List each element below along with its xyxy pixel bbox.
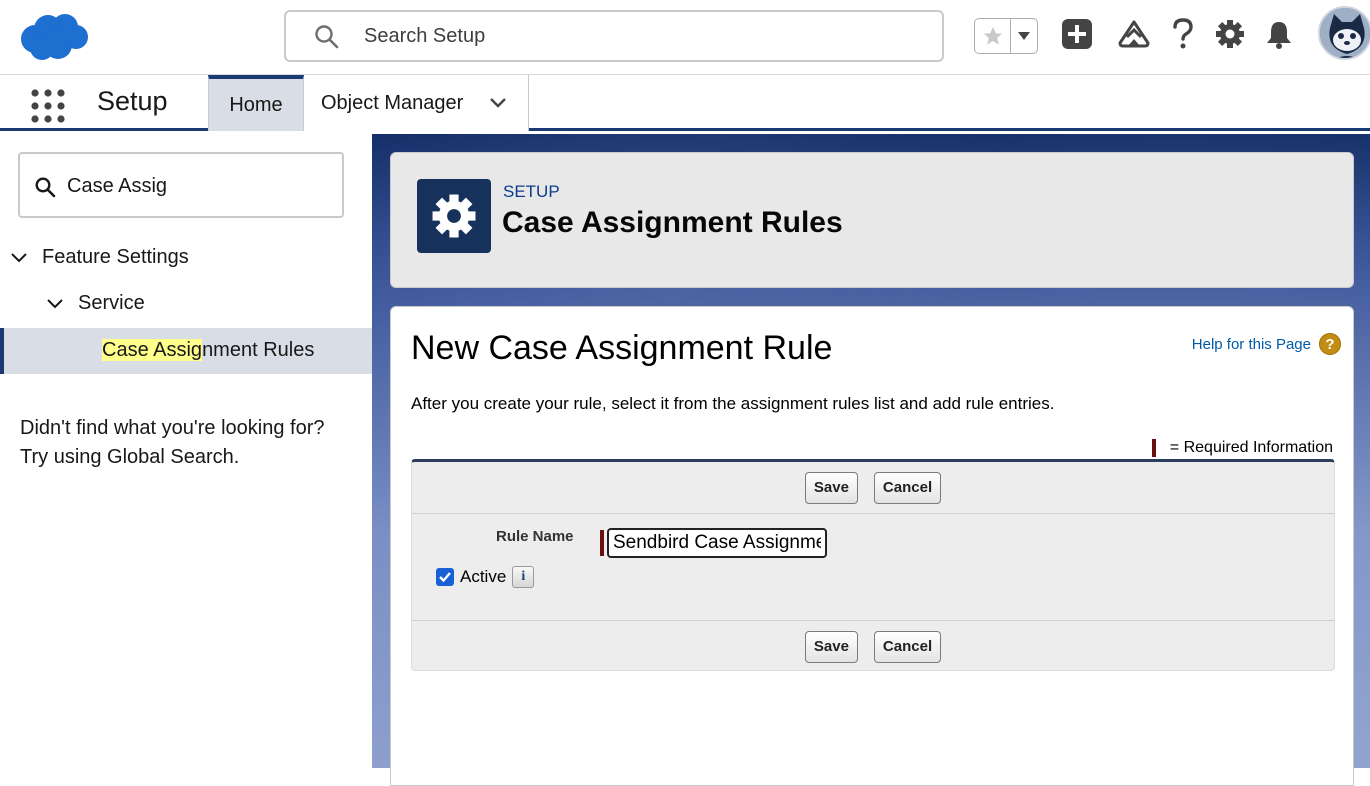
search-icon	[315, 25, 339, 49]
cancel-button[interactable]: Cancel	[873, 471, 942, 504]
tab-object-manager-label: Object Manager	[321, 91, 464, 114]
required-info-legend: = Required Information	[1151, 439, 1333, 457]
tree-item-label: Feature Settings	[42, 246, 189, 268]
required-info-text: = Required Information	[1169, 439, 1333, 456]
add-icon	[1062, 19, 1092, 49]
content-panel: New Case Assignment Rule Help for this P…	[390, 306, 1354, 786]
trailhead-icon	[1118, 20, 1150, 48]
checkmark-icon	[439, 572, 451, 583]
no-results-line-1: Didn't find what you're looking for?	[20, 417, 325, 439]
search-icon	[35, 177, 56, 198]
salesforce-cloud-logo[interactable]	[18, 12, 90, 62]
gear-icon	[432, 194, 476, 238]
app-name: Setup	[97, 86, 168, 116]
tree-item-label-rest: nment Rules	[202, 339, 315, 361]
quick-find-input[interactable]: Case Assig	[18, 152, 344, 218]
tree-item-feature-settings[interactable]: Feature Settings	[10, 246, 189, 269]
search-match-highlight: Case Assig	[102, 339, 203, 361]
cancel-button[interactable]: Cancel	[873, 630, 942, 663]
active-label: Active	[460, 567, 507, 586]
help-for-page[interactable]: Help for this Page ?	[1192, 333, 1341, 355]
avatar-icon	[1320, 8, 1370, 58]
app-launcher-icon[interactable]	[30, 88, 66, 124]
help-button[interactable]	[1165, 16, 1201, 52]
tree-item-label: Service	[78, 292, 145, 314]
info-icon[interactable]: i	[512, 566, 535, 588]
form-heading: New Case Assignment Rule	[411, 329, 833, 367]
search-placeholder: Search Setup	[364, 25, 486, 47]
chevron-down-icon	[11, 252, 27, 262]
tree-item-service[interactable]: Service	[46, 292, 145, 315]
quick-find-value: Case Assig	[67, 175, 168, 197]
app-nav-bar: Setup Home Object Manager	[0, 75, 1370, 131]
user-avatar[interactable]	[1318, 6, 1370, 60]
tree-item-label: Case Assignment Rules	[102, 339, 314, 362]
button-row-bottom: Save Cancel	[412, 620, 1334, 672]
dropdown-icon	[1018, 32, 1030, 40]
active-checkbox[interactable]	[436, 568, 454, 586]
intro-text: After you create your rule, select it fr…	[411, 394, 1055, 413]
global-header: Search Setup	[0, 0, 1370, 75]
required-marker	[600, 530, 604, 556]
rule-name-input[interactable]	[607, 528, 827, 558]
global-search-input[interactable]: Search Setup	[284, 10, 944, 62]
rule-name-field	[600, 528, 827, 558]
active-field: Active i	[436, 566, 535, 588]
favorite-star-button[interactable]	[975, 19, 1011, 53]
setup-sidebar: Case Assig Feature Settings Service Case…	[0, 134, 372, 768]
rule-edit-form: Save Cancel Rule Name Active i Save Ca	[411, 459, 1335, 671]
tree-item-case-assignment-rules[interactable]: Case Assignment Rules	[0, 328, 372, 374]
rule-name-label: Rule Name	[496, 528, 574, 545]
help-icon	[1173, 18, 1193, 49]
page-title: Case Assignment Rules	[502, 206, 843, 239]
chevron-down-icon	[47, 298, 63, 308]
gear-icon	[1216, 20, 1244, 48]
chevron-down-icon[interactable]	[488, 93, 508, 113]
breadcrumb[interactable]: SETUP	[503, 182, 560, 202]
no-results-line-2: Try using Global Search.	[20, 446, 240, 468]
trailhead-button[interactable]	[1116, 16, 1152, 52]
bell-icon	[1267, 22, 1291, 49]
help-link[interactable]: Help for this Page	[1192, 336, 1311, 353]
star-icon	[983, 26, 1002, 45]
favorites-control	[974, 18, 1038, 54]
save-button[interactable]: Save	[804, 630, 858, 663]
button-row-top: Save Cancel	[412, 462, 1334, 514]
no-results-hint: Didn't find what you're looking for? Try…	[20, 414, 324, 472]
help-icon[interactable]: ?	[1319, 333, 1341, 355]
tab-object-manager[interactable]: Object Manager	[304, 75, 529, 131]
page-header: SETUP Case Assignment Rules	[390, 152, 1354, 288]
setup-tile	[417, 179, 491, 253]
save-button[interactable]: Save	[804, 471, 858, 504]
main-content-area: SETUP Case Assignment Rules New Case Ass…	[372, 134, 1370, 786]
global-actions-button[interactable]	[1059, 16, 1095, 52]
setup-gear-button[interactable]	[1212, 16, 1248, 52]
tab-home[interactable]: Home	[208, 75, 304, 131]
favorites-dropdown-button[interactable]	[1011, 19, 1037, 53]
notifications-button[interactable]	[1261, 16, 1297, 52]
required-marker	[1151, 439, 1156, 457]
